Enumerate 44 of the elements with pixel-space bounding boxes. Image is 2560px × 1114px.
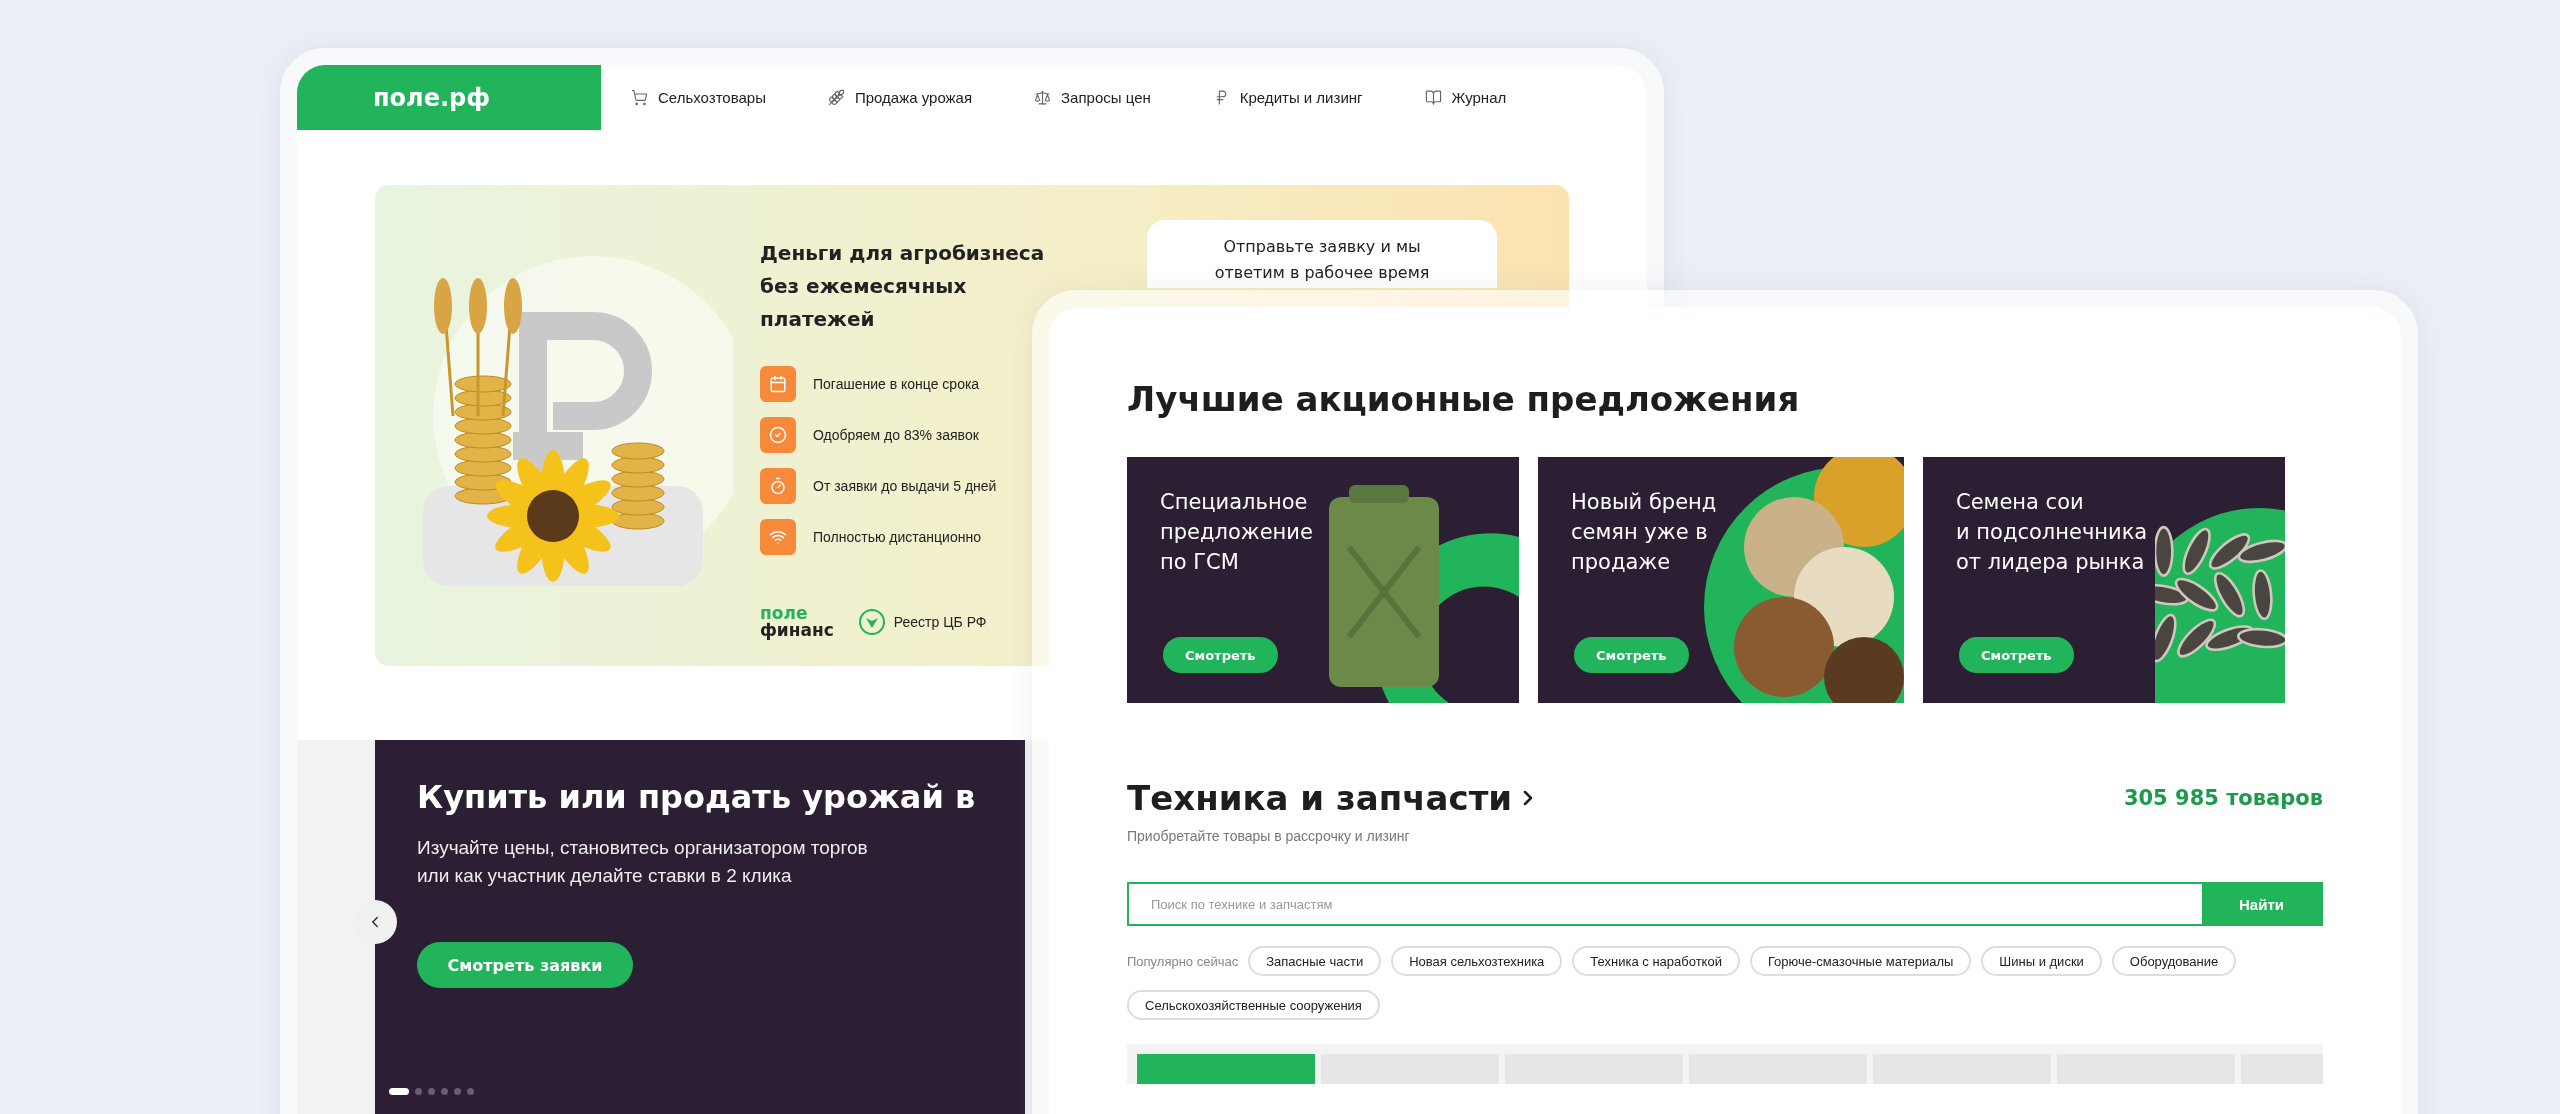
- scales-icon: [1034, 89, 1052, 106]
- wheat-icon: [827, 89, 845, 106]
- category-chip[interactable]: Новая сельхозтехника: [1391, 946, 1563, 976]
- slide-title: Купить или продать урожай в: [417, 778, 976, 816]
- category-chip[interactable]: Техника с наработкой: [1572, 946, 1740, 976]
- brand-logo: поле финанс: [760, 605, 834, 639]
- category-chip[interactable]: Шины и диски: [1981, 946, 2102, 976]
- feature-text: От заявки до выдачи 5 дней: [813, 478, 997, 494]
- popular-label: Популярно сейчас: [1127, 953, 1239, 969]
- check-circle-icon: [769, 426, 787, 444]
- feature-text: Одобряем до 83% заявок: [813, 427, 979, 443]
- nav-link[interactable]: Сельхозтовары: [631, 89, 766, 106]
- card-title: Семена сои и подсолнечника от лидера рынка: [1956, 489, 2148, 576]
- calendar-icon: [769, 375, 787, 393]
- slider-dot[interactable]: [441, 1088, 448, 1095]
- nav-link[interactable]: Запросы цен: [1034, 89, 1151, 106]
- feature-text: Погашение в конце срока: [813, 376, 980, 392]
- card-title: Новый бренд семян уже в продаже: [1571, 489, 1717, 576]
- registry-label: Реестр ЦБ РФ: [893, 614, 987, 630]
- section-heading: Техника и запчасти: [1127, 778, 1513, 818]
- slider-dot[interactable]: [454, 1088, 461, 1095]
- category-chip[interactable]: Горюче-смазочные материалы: [1749, 946, 1972, 976]
- cart-icon: [631, 89, 648, 106]
- nav-link[interactable]: Кредиты и лизинг: [1212, 89, 1363, 106]
- category-chip[interactable]: Запасные части: [1248, 946, 1382, 976]
- feature-text: Полностью дистанционно: [813, 529, 981, 545]
- slider-dot[interactable]: [467, 1088, 474, 1095]
- slider-dot[interactable]: [415, 1088, 422, 1095]
- emblem-icon: [857, 608, 886, 636]
- category-chip[interactable]: Оборудование: [2111, 946, 2237, 976]
- nav-link[interactable]: Журнал: [1424, 89, 1507, 106]
- wifi-icon: [769, 528, 787, 546]
- card-title: Специальное предложение по ГСМ: [1160, 489, 1313, 576]
- item-count: 305 985 товаров: [2123, 786, 2323, 810]
- offers-heading: Лучшие акционные предложения: [1127, 379, 1801, 419]
- book-icon: [1424, 89, 1442, 106]
- slider-dot[interactable]: [428, 1088, 435, 1095]
- timer-icon: [769, 477, 787, 495]
- section-subtitle: Приобретайте товары в рассрочку и лизинг: [1127, 828, 1411, 844]
- nav-link[interactable]: Продажа урожая: [827, 89, 973, 106]
- promo-title: Деньги для агробизнеса без ежемесячных платежей: [760, 240, 1046, 333]
- application-card: Отправьте заявку и мы ответим в рабочее время: [1147, 220, 1497, 288]
- slide-subtitle: Изучайте цены, становитесь организатором торгов или как участник делайте ставки в 2 клика: [417, 836, 868, 888]
- category-chip[interactable]: Сельскохозяйственные сооружения: [1127, 990, 1380, 1020]
